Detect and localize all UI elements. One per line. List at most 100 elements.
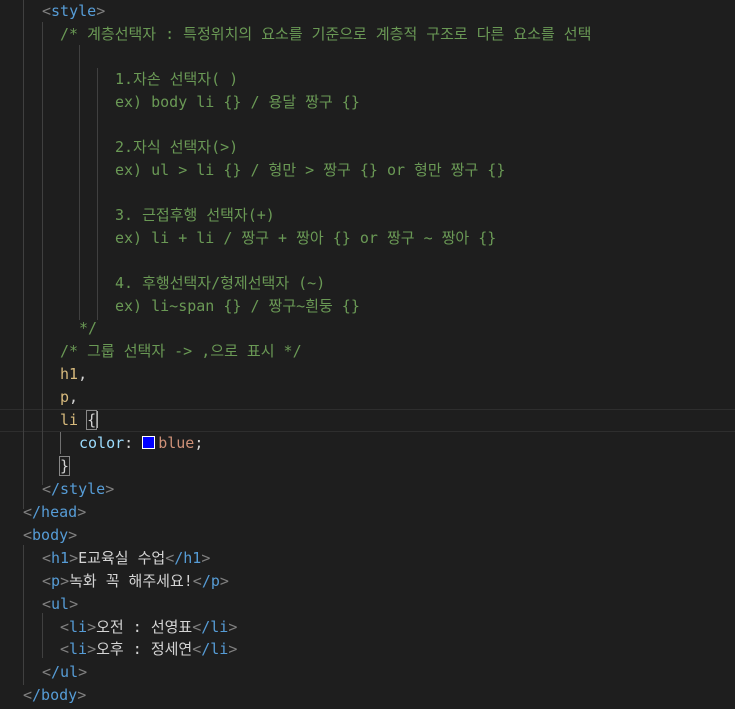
bracket: <	[192, 640, 202, 658]
comment-text: /* 그룹 선택자 -> ,으로 표시 */	[60, 342, 302, 360]
code-line: ex) ul > li {} / 형만 > 짱구 {} or 형만 짱구 {}	[115, 159, 505, 182]
comment-text: ex) li~span {} / 짱구~흰둥 {}	[115, 296, 360, 315]
tag-name: p	[51, 572, 61, 590]
indent-guide	[42, 613, 43, 658]
bracket: <	[192, 572, 202, 590]
color-swatch-icon[interactable]	[142, 436, 156, 449]
tag-name: /style	[51, 480, 106, 498]
bracket: >	[201, 549, 211, 567]
code-line: 2.자식 선택자(>)	[115, 136, 238, 159]
bracket: <	[42, 480, 52, 498]
bracket: <	[42, 663, 52, 681]
bracket: <	[42, 595, 52, 613]
comment-text: 1.자손 선택자( )	[115, 70, 239, 88]
tag-name: /head	[32, 503, 78, 521]
bracket: >	[228, 618, 238, 636]
bracket: <	[42, 549, 52, 567]
tag-name: /ul	[51, 663, 79, 681]
code-line: p,	[60, 386, 78, 409]
code-line: <style>	[42, 0, 105, 23]
indent-guide-active	[60, 432, 61, 454]
bracket: >	[68, 526, 78, 544]
css-selector: p	[60, 388, 70, 406]
comment-text: /* 계층선택자 : 특정위치의 요소를 기준으로 계층적 구조로 다른 요소를…	[60, 24, 592, 43]
tag-name: /p	[201, 572, 220, 590]
css-selector: li	[60, 411, 79, 429]
code-line: <h1>E교육실 수업</h1>	[42, 547, 210, 570]
element-text: 오전 : 선영표	[96, 618, 193, 636]
code-line: </style>	[42, 478, 114, 501]
tag-name: body	[32, 526, 69, 544]
code-line: 1.자손 선택자( )	[115, 68, 238, 91]
punctuation: ;	[194, 434, 204, 452]
bracket: >	[77, 503, 87, 521]
comment-text: ex) li + li / 짱구 + 짱아 {} or 짱구 ~ 짱아 {}	[115, 228, 497, 247]
code-line: </head>	[23, 501, 86, 524]
element-text: 오후 : 정세연	[96, 640, 193, 658]
tag-name: li	[69, 640, 88, 658]
comment-text: 3. 근접후행 선택자(+)	[115, 206, 275, 224]
bracket: <	[192, 618, 202, 636]
code-line: /* 계층선택자 : 특정위치의 요소를 기준으로 계층적 구조로 다른 요소를…	[60, 23, 591, 46]
code-line: <li>오후 : 정세연</li>	[60, 638, 237, 661]
comment-text: 4. 후행선택자/형제선택자 (~)	[115, 274, 326, 292]
indent-guide	[23, 0, 24, 509]
code-line: <body>	[23, 524, 77, 547]
matched-brace: {	[86, 410, 98, 430]
tag-name: /body	[32, 686, 78, 704]
current-line-highlight	[0, 409, 735, 432]
bracket: <	[23, 526, 33, 544]
indent-guide	[23, 545, 24, 685]
bracket: <	[42, 2, 52, 20]
comment-text: 2.자식 선택자(>)	[115, 138, 239, 156]
bracket: >	[77, 686, 87, 704]
indent-guide	[42, 22, 43, 485]
bracket: <	[60, 640, 70, 658]
code-line: <li>오전 : 선영표</li>	[60, 616, 237, 639]
element-text: 녹화 꼭 해주세요!	[69, 572, 193, 590]
code-line: }	[58, 455, 71, 478]
bracket: >	[219, 572, 229, 590]
element-text: E교육실 수업	[78, 549, 166, 567]
text-cursor	[96, 411, 99, 428]
code-line-current[interactable]: li {	[60, 409, 99, 432]
code-line: 4. 후행선택자/형제선택자 (~)	[115, 272, 325, 295]
bracket: <	[165, 549, 175, 567]
tag-name: /h1	[174, 549, 202, 567]
tag-name: li	[69, 618, 88, 636]
bracket: <	[23, 686, 33, 704]
indent-guide	[79, 45, 80, 320]
css-selector: h1	[60, 365, 79, 383]
bracket: <	[23, 503, 33, 521]
bracket: >	[96, 2, 106, 20]
punctuation: :	[124, 434, 134, 452]
bracket: >	[78, 663, 88, 681]
bracket: <	[60, 618, 70, 636]
code-line: h1,	[60, 363, 87, 386]
bracket: >	[105, 480, 115, 498]
bracket: >	[69, 549, 79, 567]
code-line: <ul>	[42, 593, 78, 616]
tag-name: /li	[201, 640, 229, 658]
code-editor[interactable]: <style> /* 계층선택자 : 특정위치의 요소를 기준으로 계층적 구조…	[0, 0, 735, 709]
tag-name: ul	[51, 595, 70, 613]
punctuation: ,	[78, 365, 88, 383]
bracket: >	[228, 640, 238, 658]
punctuation: ,	[69, 388, 79, 406]
matched-brace: }	[58, 456, 71, 476]
bracket: <	[42, 572, 52, 590]
code-line: ex) li + li / 짱구 + 짱아 {} or 짱구 ~ 짱아 {}	[115, 227, 496, 250]
code-line: ex) li~span {} / 짱구~흰둥 {}	[115, 295, 360, 318]
code-line: <p>녹화 꼭 해주세요!</p>	[42, 570, 229, 593]
indent-guide	[97, 68, 98, 320]
code-line: </body>	[23, 684, 86, 707]
tag-name: h1	[51, 549, 70, 567]
bracket: >	[87, 618, 97, 636]
code-line: /* 그룹 선택자 -> ,으로 표시 */	[60, 340, 302, 363]
css-value: blue	[158, 434, 195, 452]
tag-name: /li	[201, 618, 229, 636]
bracket: >	[69, 595, 79, 613]
comment-text: ex) body li {} / 용달 짱구 {}	[115, 92, 360, 111]
code-line: ex) body li {} / 용달 짱구 {}	[115, 91, 360, 114]
css-property: color	[79, 434, 125, 452]
